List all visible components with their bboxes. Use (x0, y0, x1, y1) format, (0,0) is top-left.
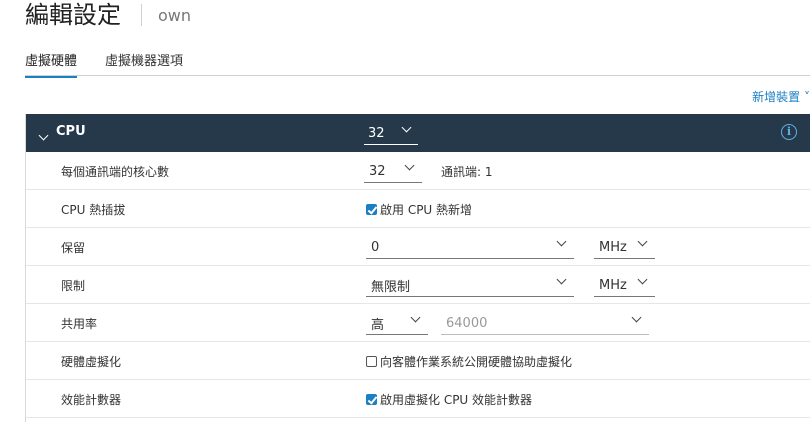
reservation-unit-select[interactable]: MHz (594, 236, 655, 259)
shares-level-value: 高 (371, 317, 385, 333)
perf-counters-checkbox[interactable]: 啟用虛擬化 CPU 效能計數器 (366, 391, 532, 408)
chevron-down-icon (556, 236, 567, 247)
shares-level-select[interactable]: 高 (366, 312, 428, 335)
perf-counters-checkbox-label: 啟用虛擬化 CPU 效能計數器 (380, 393, 533, 407)
cpu-count-select[interactable]: 32 (364, 122, 418, 145)
chevron-down-icon (404, 160, 415, 171)
shares-value: 64000 (446, 315, 488, 331)
cores-per-socket-value: 32 (369, 163, 386, 179)
title-divider (141, 4, 142, 26)
reservation-unit-value: MHz (599, 239, 627, 255)
row-shares: 共用率 高 64000 (26, 304, 810, 342)
cpu-hotplug-label: CPU 熱插拔 (61, 203, 126, 217)
cpu-hot-add-label: 啟用 CPU 熱新增 (380, 203, 473, 217)
chevron-down-icon (410, 312, 421, 323)
limit-unit-select[interactable]: MHz (594, 274, 655, 297)
limit-select[interactable]: 無限制 (366, 274, 574, 297)
limit-unit-value: MHz (599, 277, 627, 293)
expose-hw-virt-checkbox[interactable]: 向客體作業系統公開硬體協助虛擬化 (366, 353, 572, 370)
reservation-select[interactable]: 0 (366, 236, 574, 259)
tab-bar: 虛擬硬體 虛擬機器選項 (25, 50, 183, 78)
cpu-label: CPU (56, 124, 86, 139)
shares-value-select: 64000 (441, 312, 649, 335)
chevron-down-icon (556, 274, 567, 285)
row-limit: 限制 無限制 MHz (26, 266, 810, 304)
page-header: 編輯設定 own (25, 0, 191, 30)
cores-per-socket-label: 每個通訊端的核心數 (61, 165, 170, 179)
checkbox-checked-icon[interactable] (366, 394, 377, 405)
limit-label: 限制 (61, 279, 86, 293)
row-performance-counters: 效能計數器 啟用虛擬化 CPU 效能計數器 (26, 380, 810, 418)
row-cores-per-socket: 每個通訊端的核心數 32 通訊端: 1 (26, 152, 810, 190)
chevron-down-icon (637, 274, 648, 285)
cpu-count-value: 32 (368, 125, 385, 141)
limit-value: 無限制 (371, 279, 411, 295)
page-title: 編輯設定 (25, 1, 121, 29)
tab-vm-options[interactable]: 虛擬機器選項 (105, 50, 183, 78)
chevron-down-icon (631, 312, 642, 323)
checkbox-unchecked-icon[interactable] (366, 356, 377, 367)
chevron-down-icon (401, 122, 412, 133)
info-icon[interactable]: i (781, 124, 797, 140)
checkbox-checked-icon[interactable] (366, 204, 377, 215)
expose-hw-virt-label: 向客體作業系統公開硬體協助虛擬化 (380, 355, 573, 369)
row-reservation: 保留 0 MHz (26, 228, 810, 266)
reservation-value: 0 (371, 239, 380, 255)
reservation-label: 保留 (61, 241, 86, 255)
performance-counters-label: 效能計數器 (61, 393, 122, 407)
hardware-panel: CPU 32 i 每個通訊端的核心數 32 通訊端: 1 CPU 熱插拔 啟用 … (25, 114, 810, 422)
collapse-chevron-icon[interactable] (38, 128, 49, 143)
tab-virtual-hardware[interactable]: 虛擬硬體 (25, 50, 78, 78)
cores-per-socket-select[interactable]: 32 (364, 160, 422, 183)
row-hardware-virtualization: 硬體虛擬化 向客體作業系統公開硬體協助虛擬化 (26, 342, 810, 380)
row-cpu-hotplug: CPU 熱插拔 啟用 CPU 熱新增 (26, 190, 810, 228)
add-device-button[interactable]: 新增裝置 ˅ (752, 88, 810, 105)
vm-name: own (158, 5, 192, 25)
hardware-virtualization-label: 硬體虛擬化 (61, 355, 122, 369)
shares-label: 共用率 (61, 317, 98, 331)
sockets-count-text: 通訊端: 1 (441, 165, 493, 179)
cpu-hot-add-checkbox[interactable]: 啟用 CPU 熱新增 (366, 201, 472, 218)
cpu-section-header[interactable]: CPU 32 i (26, 114, 810, 152)
tabs-divider (25, 75, 810, 76)
chevron-down-icon (637, 236, 648, 247)
